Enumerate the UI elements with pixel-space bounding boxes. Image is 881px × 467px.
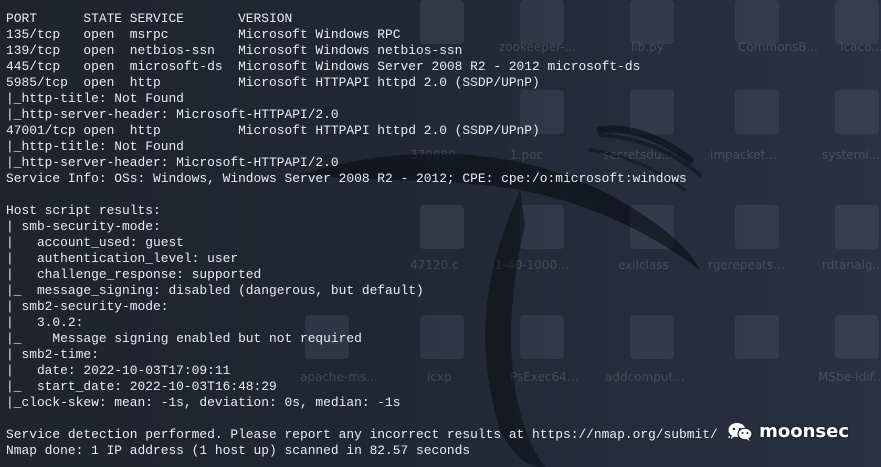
terminal-line: 445/tcp open microsoft-ds Microsoft Wind… — [6, 59, 641, 74]
terminal-line: | 3.0.2: — [6, 315, 84, 330]
terminal-line: |_http-server-header: Microsoft-HTTPAPI/… — [6, 155, 339, 170]
terminal-line: | challenge_response: supported — [6, 267, 262, 282]
terminal-output[interactable]: PORT STATE SERVICE VERSION 135/tcp open m… — [6, 11, 733, 459]
desktop-file-label: MSbe-ldif... — [818, 370, 881, 384]
desktop-file-icon[interactable] — [835, 315, 879, 359]
terminal-line: |_ message_signing: disabled (dangerous,… — [6, 283, 424, 298]
desktop-file-icon[interactable] — [735, 90, 779, 134]
desktop-file-label: CommonsB... — [738, 40, 818, 54]
desktop-file-label: Icaco... — [840, 40, 881, 54]
watermark-text: moonsec — [759, 421, 849, 442]
terminal-line: 139/tcp open netbios-ssn Microsoft Windo… — [6, 43, 463, 58]
terminal-line: |_ start_date: 2022-10-03T16:48:29 — [6, 379, 277, 394]
terminal-line: |_http-title: Not Found — [6, 91, 184, 106]
terminal-line: Service detection performed. Please repo… — [6, 427, 734, 442]
terminal-line: Host script results: — [6, 203, 161, 218]
desktop-file-icon[interactable] — [835, 0, 879, 44]
terminal-line: | smb-security-mode: — [6, 219, 161, 234]
terminal-line: |_clock-skew: mean: -1s, deviation: 0s, … — [6, 395, 401, 410]
terminal-line: |_http-server-header: Microsoft-HTTPAPI/… — [6, 107, 339, 122]
terminal-line: 5985/tcp open http Microsoft HTTPAPI htt… — [6, 75, 540, 90]
terminal-line: Service Info: OSs: Windows, Windows Serv… — [6, 171, 687, 186]
desktop-file-icon[interactable] — [835, 205, 879, 249]
desktop-file-icon[interactable] — [835, 90, 879, 134]
terminal-line: |_ Message signing enabled but not requi… — [6, 331, 362, 346]
desktop-file-icon[interactable] — [735, 315, 779, 359]
desktop-file-icon[interactable] — [735, 205, 779, 249]
terminal-line: | smb2-time: — [6, 347, 99, 362]
terminal-line: Nmap done: 1 IP address (1 host up) scan… — [6, 443, 471, 458]
wechat-icon — [728, 422, 753, 441]
terminal-line: |_http-title: Not Found — [6, 139, 184, 154]
terminal-line: 135/tcp open msrpc Microsoft Windows RPC — [6, 27, 401, 42]
desktop-file-label: systemi... — [822, 148, 881, 162]
moonsec-watermark: moonsec — [728, 421, 849, 442]
terminal-line: 47001/tcp open http Microsoft HTTPAPI ht… — [6, 123, 540, 138]
desktop-file-label: rdtanalg... — [822, 258, 881, 272]
terminal-line: PORT STATE SERVICE VERSION — [6, 11, 293, 26]
terminal-line: | authentication_level: user — [6, 251, 239, 266]
terminal-line: | date: 2022-10-03T17:09:11 — [6, 363, 231, 378]
desktop-file-icon[interactable] — [735, 0, 779, 44]
terminal-line: | smb2-security-mode: — [6, 299, 169, 314]
terminal-line: | account_used: guest — [6, 235, 184, 250]
